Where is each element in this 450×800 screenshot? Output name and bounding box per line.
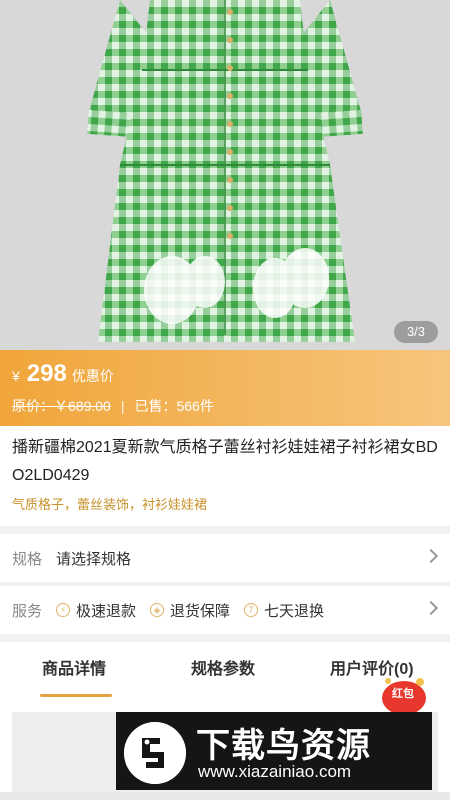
service-item: ⚡ 极速退款 <box>56 600 136 621</box>
separator: | <box>120 398 125 414</box>
watermark-url: www.xiazainiao.com <box>198 762 352 781</box>
service-label: 服务 <box>12 602 43 620</box>
dress-photo <box>0 0 450 350</box>
active-tab-indicator <box>40 694 112 697</box>
service-row[interactable]: 服务 ⚡ 极速退款 ◈ 退货保障 7 七天退换 <box>0 586 450 634</box>
seven-day-icon: 7 <box>244 603 259 617</box>
spec-label: 规格 <box>12 550 43 568</box>
price-meta: 原价：￥689.00 | 已售：566件 <box>12 396 214 416</box>
spec-row[interactable]: 规格 请选择规格 <box>0 534 450 582</box>
red-packet-button[interactable]: 红包 <box>380 676 430 716</box>
tab-product-details[interactable]: 商品详情 <box>42 642 106 698</box>
product-info: 播新疆棉2021夏新款气质格子蕾丝衬衫娃娃裙子衬衫裙女BDO2LD0429 气质… <box>0 426 450 526</box>
service-item: 7 七天退换 <box>244 600 324 621</box>
product-image[interactable]: 3/3 <box>0 0 450 350</box>
shield-icon: ◈ <box>150 603 165 617</box>
product-title: 播新疆棉2021夏新款气质格子蕾丝衬衫娃娃裙子衬衫裙女BDO2LD0429 <box>12 439 438 484</box>
price-tag: 优惠价 <box>71 368 114 384</box>
lightning-icon: ⚡ <box>56 603 70 617</box>
currency-symbol: ¥ <box>12 368 20 384</box>
sold-count: 已售：566件 <box>134 398 214 414</box>
spec-value: 请选择规格 <box>56 550 132 568</box>
red-packet-label: 红包 <box>392 688 414 700</box>
sale-price: 298 <box>26 360 67 387</box>
service-item: ◈ 退货保障 <box>150 600 230 621</box>
watermark-banner: 下载鸟资源 www.xiazainiao.com <box>116 712 432 790</box>
chevron-right-icon <box>423 600 439 616</box>
price-row: ¥ 298 优惠价 <box>12 360 114 388</box>
product-subtitle: 气质格子，蕾丝装饰，衬衫娃娃裙 <box>12 497 208 512</box>
tab-spec-params[interactable]: 规格参数 <box>191 642 255 698</box>
image-counter: 3/3 <box>394 321 438 343</box>
bottom-bar-edge <box>0 792 450 800</box>
bird-logo-icon <box>124 722 186 784</box>
watermark-title: 下载鸟资源 <box>196 727 371 765</box>
original-price: 原价：￥689.00 <box>12 398 111 414</box>
chevron-right-icon <box>423 548 439 564</box>
price-bar: ¥ 298 优惠价 原价：￥689.00 | 已售：566件 <box>0 350 450 426</box>
